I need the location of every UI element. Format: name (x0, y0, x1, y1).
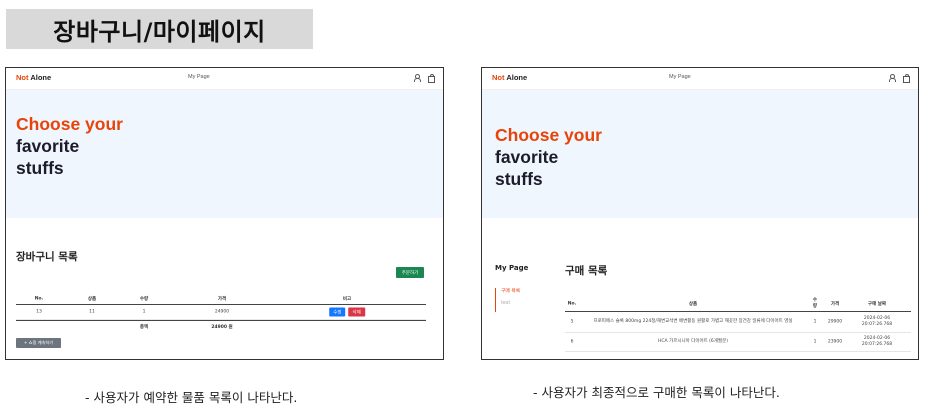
shopping-bag-icon[interactable] (427, 74, 435, 83)
shopping-bag-icon[interactable] (902, 74, 910, 83)
cell-no: 5 (570, 319, 574, 325)
navbar: Not Alone My Page (482, 68, 918, 90)
cell-no: 13 (36, 309, 42, 315)
header-note: 비고 (342, 297, 352, 302)
hero-line-3: stuffs (495, 169, 543, 189)
cell-actions: 수정 삭제 (329, 307, 365, 317)
order-button[interactable]: 주문하기 (396, 267, 424, 278)
nav-mypage-link[interactable]: My Page (669, 74, 691, 80)
continue-shopping-button[interactable]: + 쇼핑 계속하기 (16, 338, 61, 348)
cell-product: 11 (89, 309, 95, 315)
cell-no: 6 (570, 339, 574, 345)
page-title: 장바구니/마이페이지 (6, 9, 313, 49)
total-value: 24900 원 (211, 324, 233, 330)
table-header-row: No. 상품 수량 가격 비고 (16, 294, 426, 305)
cell-qty: 1 (813, 339, 817, 345)
sidebar-item-test[interactable]: test (501, 300, 520, 312)
table-row: 5 프로피에스 슬록 800mg 224정/해변교석변 배변활동 원활로 가볍고… (565, 312, 911, 333)
cell-qty: 1 (813, 319, 817, 325)
total-row: 총액 24900 원 (16, 320, 426, 332)
header-product: 상품 (688, 301, 698, 307)
table-row: 6 HCA 가르시니아 다이어트 (6개월분) 1 23900 2024-02-… (565, 333, 911, 352)
mypage-sidebar-title: My Page (495, 264, 529, 272)
cart-table: No. 상품 수량 가격 비고 13 11 1 24900 수정 삭제 총액 24… (16, 294, 426, 332)
table-row: 13 11 1 24900 수정 삭제 (16, 305, 426, 320)
header-qty: 수량 (139, 297, 149, 302)
hero-banner: Choose your favorite stuffs (482, 90, 918, 218)
hero-banner: Choose your favorite stuffs (6, 90, 443, 218)
table-header-row: No. 상품 수량 가격 구매 날짜 (565, 296, 911, 312)
cell-product: 프로피에스 슬록 800mg 224정/해변교석변 배변활동 원활로 가볍고 깨… (593, 319, 793, 324)
purchase-table: No. 상품 수량 가격 구매 날짜 5 프로피에스 슬록 800mg 224정… (565, 296, 911, 352)
cell-price: 29900 (827, 319, 843, 325)
edit-button[interactable]: 수정 (329, 307, 346, 317)
mypage-screenshot: Not Alone My Page Choose your favorite s… (481, 67, 919, 360)
hero-line-2: favorite (16, 136, 80, 156)
hero-line-3: stuffs (16, 158, 64, 178)
brand-part1: Not (16, 73, 29, 82)
cart-title: 장바구니 목록 (16, 251, 78, 263)
brand-logo[interactable]: Not Alone (492, 73, 527, 82)
purchase-list-title: 구매 목록 (565, 265, 608, 277)
user-icon[interactable] (888, 74, 896, 82)
caption-mypage: - 사용자가 최종적으로 구매한 목록이 나타난다. (533, 385, 780, 400)
hero-line-2: favorite (495, 147, 559, 167)
cell-price: 23900 (827, 339, 843, 345)
cart-screenshot: Not Alone My Page Choose your favorite s… (5, 67, 444, 360)
caption-cart: - 사용자가 예약한 물품 목록이 나타난다. (85, 390, 298, 405)
sidebar-item-purchases[interactable]: 구매 목록 (501, 288, 520, 300)
brand-part1: Not (492, 73, 505, 82)
hero-line-1: Choose your (16, 114, 123, 134)
brand-part2: Alone (506, 73, 528, 82)
cell-price: 24900 (214, 309, 230, 315)
brand-logo[interactable]: Not Alone (16, 73, 51, 82)
navbar: Not Alone My Page (6, 68, 443, 90)
header-date: 구매 날짜 (867, 301, 887, 307)
cell-date: 2024-02-06 20:07:26.768 (861, 316, 893, 327)
header-product: 상품 (87, 297, 97, 302)
brand-part2: Alone (30, 73, 52, 82)
header-price: 가격 (830, 301, 840, 307)
user-icon[interactable] (413, 74, 421, 82)
hero-line-1: Choose your (495, 125, 602, 145)
cell-date: 2024-02-06 20:07:26.768 (861, 336, 893, 347)
nav-mypage-link[interactable]: My Page (188, 74, 210, 80)
mypage-sidebar: 구매 목록 test (495, 288, 520, 312)
header-price: 가격 (217, 297, 227, 302)
header-no: No. (567, 301, 577, 306)
header-no: No. (34, 296, 44, 302)
cell-product: HCA 가르시니아 다이어트 (6개월분) (658, 339, 728, 344)
total-label: 총액 (139, 324, 149, 330)
header-qty: 수량 (812, 297, 818, 309)
cell-qty: 1 (142, 309, 146, 315)
delete-button[interactable]: 삭제 (348, 307, 365, 317)
